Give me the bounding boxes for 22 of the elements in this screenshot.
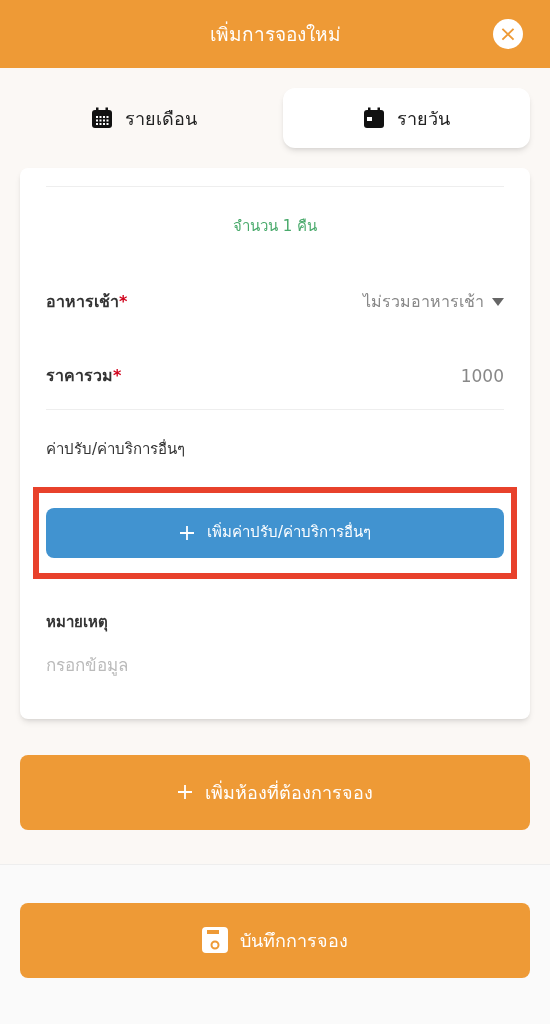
dialog-title: เพิ่มการจองใหม่ (209, 20, 341, 47)
field-label: ราคารวม* (46, 365, 122, 388)
calendar-grid-icon (90, 107, 113, 129)
add-fee-button[interactable]: เพิ่มค่าปรับ/ค่าบริการอื่นๆ (46, 507, 504, 558)
add-room-button[interactable]: เพิ่มห้องที่ต้องการจอง (20, 754, 530, 830)
save-button[interactable]: บันทึกการจอง (20, 902, 530, 978)
note-label: หมายเหตุ (46, 611, 109, 633)
price-value[interactable]: 1000 (460, 363, 504, 389)
plus-icon (177, 784, 193, 800)
required-mark: * (113, 366, 122, 386)
breakfast-select[interactable]: ไม่รวมอาหารเช้า (363, 289, 504, 314)
required-mark: * (119, 291, 128, 311)
tab[interactable]: รายเดือน (20, 88, 267, 148)
calendar-icon (363, 107, 385, 129)
note-input[interactable]: กรอกข้อมูล (46, 653, 504, 679)
plus-icon (178, 524, 195, 541)
nights-count: จำนวน 1 คืน (231, 216, 319, 237)
close-button[interactable]: × (493, 19, 523, 49)
fees-label: ค่าปรับ/ค่าบริการอื่นๆ (46, 438, 187, 460)
field-label: อาหารเช้า* (46, 290, 128, 313)
tab[interactable]: รายวัน (283, 88, 530, 148)
dropdown-caret-icon (492, 297, 504, 306)
